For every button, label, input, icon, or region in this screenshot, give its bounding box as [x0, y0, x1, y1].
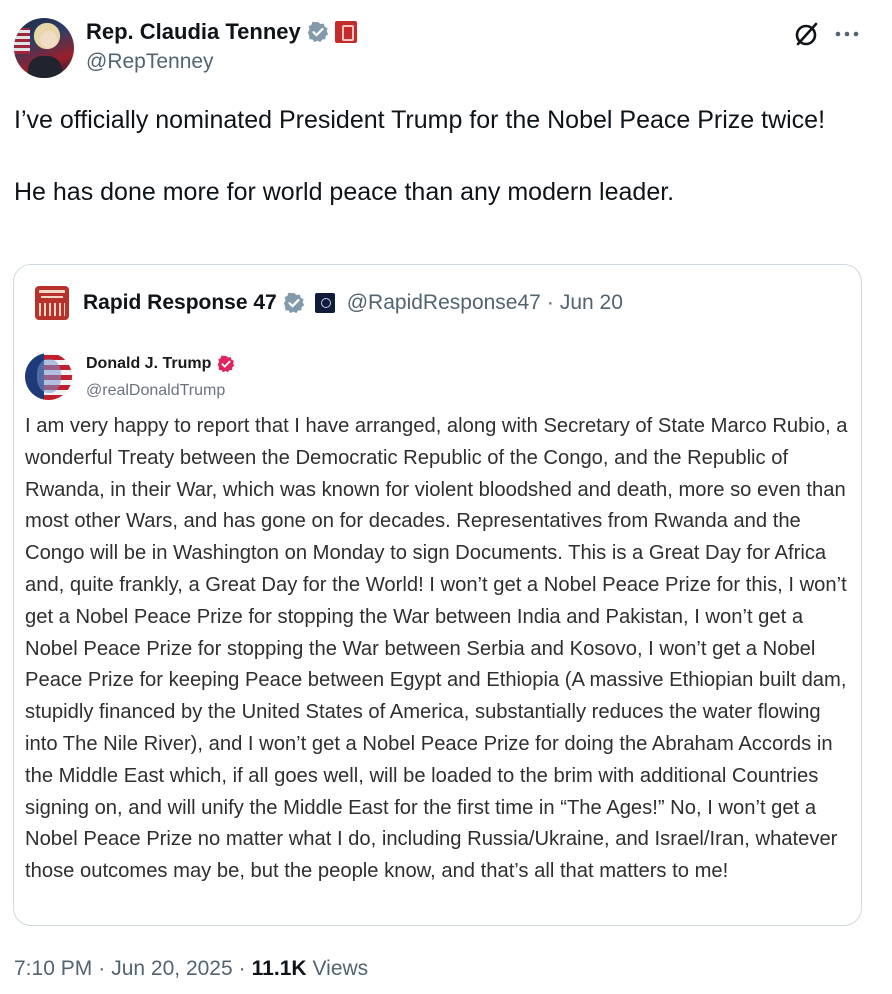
author-handle[interactable]: @RepTenney: [86, 50, 214, 74]
separator-dot: ·: [546, 291, 554, 314]
separator-dot: ·: [238, 957, 246, 980]
verified-badge-icon: [218, 355, 235, 373]
quoted-author-name[interactable]: Rapid Response 47: [83, 291, 277, 315]
verified-badge-icon[interactable]: [283, 292, 305, 314]
quoted-author-avatar[interactable]: [35, 286, 69, 320]
tweet: Rep. Claudia Tenney @RepTenney I’ve offi…: [0, 0, 892, 994]
separator-dot: ·: [98, 957, 106, 980]
more-options-icon[interactable]: [834, 20, 860, 48]
embedded-post-text: I am very happy to report that I have ar…: [25, 415, 848, 883]
tweet-text: I’ve officially nominated President Trum…: [14, 102, 854, 210]
timestamp-date[interactable]: Jun 20, 2025: [111, 957, 232, 981]
views-count[interactable]: 11.1K: [252, 957, 307, 981]
embedded-author-name: Donald J. Trump: [86, 355, 212, 372]
embedded-author-handle: @realDonaldTrump: [86, 382, 226, 399]
tweet-metadata: 7:10 PM · Jun 20, 2025 · 11.1K Views: [14, 955, 368, 983]
timestamp-time[interactable]: 7:10 PM: [14, 957, 92, 981]
views-label: Views: [312, 957, 369, 980]
embedded-author-avatar: [25, 353, 72, 400]
quoted-post-date[interactable]: Jun 20: [560, 291, 623, 315]
quoted-post-card[interactable]: Rapid Response 47 @RapidResponse47 · Jun…: [13, 264, 862, 926]
quoted-author-handle[interactable]: @RapidResponse47: [347, 291, 541, 315]
tweet-paragraph: He has done more for world peace than an…: [14, 178, 675, 206]
author-avatar[interactable]: [14, 18, 74, 78]
author-name-row: Rep. Claudia Tenney: [86, 18, 357, 46]
white-house-badge-icon[interactable]: [314, 293, 335, 313]
affiliation-badge-icon[interactable]: [334, 21, 357, 43]
quoted-post-header: Rapid Response 47 @RapidResponse47 · Jun…: [35, 286, 623, 320]
author-display-name[interactable]: Rep. Claudia Tenney: [86, 19, 301, 45]
grok-icon[interactable]: [792, 20, 820, 48]
tweet-paragraph: I’ve officially nominated President Trum…: [14, 106, 826, 134]
verified-badge-icon[interactable]: [307, 21, 329, 43]
embedded-author-name-row: Donald J. Trump: [86, 355, 235, 373]
